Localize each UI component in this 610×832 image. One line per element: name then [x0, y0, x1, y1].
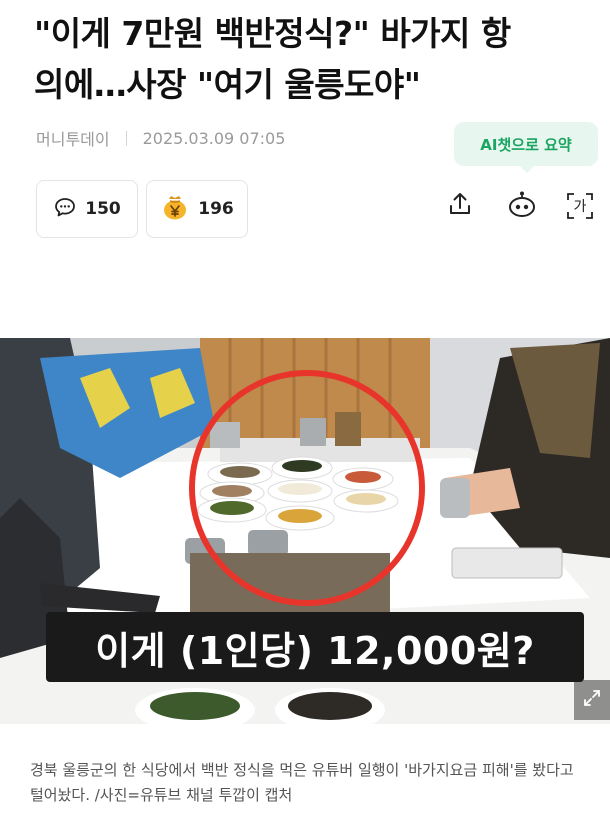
- font-size-button[interactable]: 가: [564, 190, 596, 222]
- money-bag-icon: [160, 192, 190, 227]
- article-source[interactable]: 머니투데이: [36, 126, 110, 150]
- font-size-glyph: 가: [573, 199, 587, 215]
- share-icon: [447, 191, 473, 221]
- meta-divider: [125, 130, 127, 146]
- reactions-count: 196: [198, 199, 234, 219]
- photo-caption: 경북 울릉군의 한 식당에서 백반 정식을 먹은 유튜버 일행이 '바가지요금 …: [30, 761, 574, 804]
- expand-icon: [581, 687, 603, 713]
- comments-count: 150: [85, 199, 121, 219]
- headline-line-1: "이게 7만원 백반정식?" 바가지 항: [34, 14, 511, 53]
- ai-summary-label: AI챗으로 요약: [480, 135, 572, 154]
- article-meta: 머니투데이 2025.03.09 07:05: [36, 126, 285, 150]
- ai-summary-button[interactable]: AI챗으로 요약: [454, 122, 598, 173]
- expand-button[interactable]: [574, 680, 610, 720]
- font-size-icon: 가: [565, 191, 595, 221]
- reactions-button[interactable]: 196: [146, 180, 248, 238]
- article-datetime: 2025.03.09 07:05: [142, 128, 286, 148]
- ai-bot-button[interactable]: [506, 190, 538, 222]
- comments-button[interactable]: 150: [36, 180, 138, 238]
- speech-bubble-icon: [53, 195, 77, 224]
- share-button[interactable]: [444, 190, 476, 222]
- photo-overlay-text: 이게 (1인당) 12,000원?: [95, 628, 535, 673]
- headline-line-2: 의에…사장 "여기 울릉도야": [34, 65, 421, 104]
- photo-price-overlay: 이게 (1인당) 12,000원?: [46, 612, 584, 682]
- ai-bot-icon: [507, 189, 537, 223]
- article-headline: "이게 7만원 백반정식?" 바가지 항 의에…사장 "여기 울릉도야": [34, 8, 594, 110]
